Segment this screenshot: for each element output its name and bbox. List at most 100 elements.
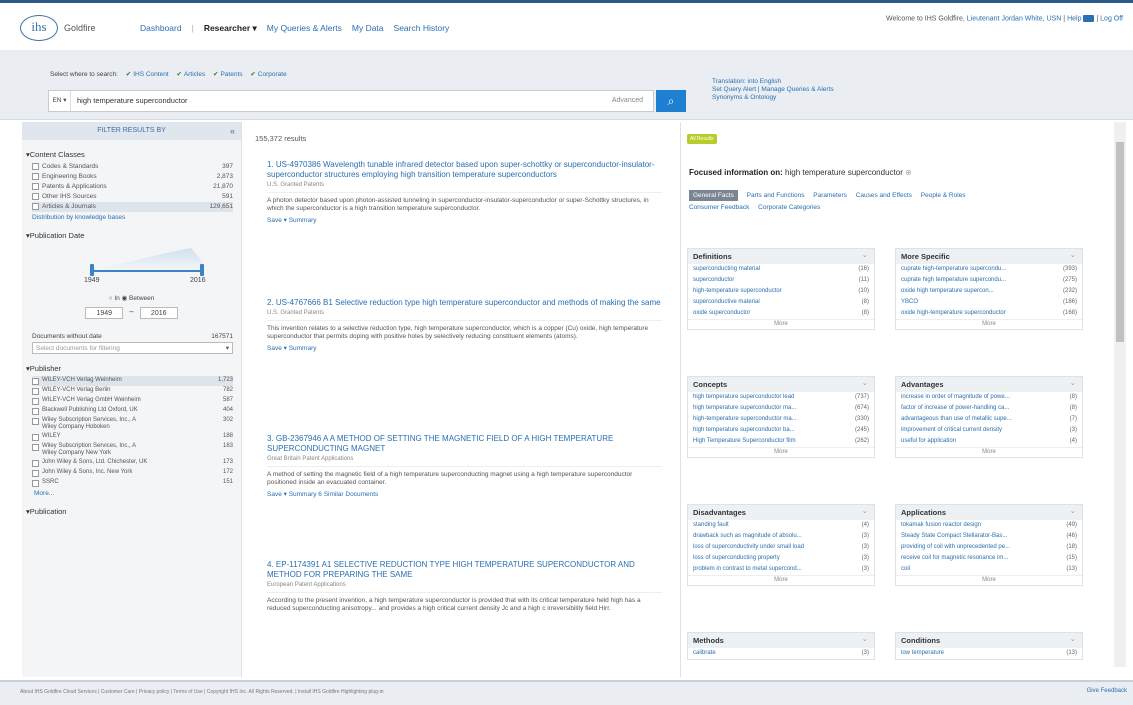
box-row[interactable]: superconductive material (8) <box>688 297 874 308</box>
search-button[interactable]: ⌕ <box>656 90 686 112</box>
box-row[interactable]: cuprate high temperature supercondu... (2… <box>896 275 1082 286</box>
box-row[interactable]: low temperature (13) <box>896 648 1082 659</box>
publisher-item[interactable]: John Wiley & Sons, Inc. New York 172 <box>32 468 233 478</box>
box-more-link[interactable]: More <box>688 447 874 457</box>
distribution-link[interactable]: Distribution by knowledge bases <box>32 214 231 221</box>
box-row[interactable]: providing of coil with unprecedented pe.… <box>896 542 1082 553</box>
date-range-slider[interactable]: 1949 2016 <box>32 244 231 290</box>
facet-engineering-books[interactable]: Engineering Books 2,873 <box>32 172 233 182</box>
tab-people-roles[interactable]: People & Roles <box>921 192 966 199</box>
box-row[interactable]: high temperature superconductor ma... (67… <box>688 403 874 414</box>
tab-parts-functions[interactable]: Parts and Functions <box>747 192 805 199</box>
help-link[interactable]: Help <box>1067 15 1081 22</box>
box-row[interactable]: cuprate high-temperature supercondu... (3… <box>896 264 1082 275</box>
facet-codes-standards[interactable]: Codes & Standards 397 <box>32 162 233 172</box>
publisher-item[interactable]: WILEY-VCH Verlag GmbH Weinheim 587 <box>32 396 233 406</box>
box-more-link[interactable]: More <box>896 447 1082 457</box>
publisher-item[interactable]: Wiley Subscription Services, Inc., A Wil… <box>32 416 233 432</box>
vertical-scrollbar[interactable] <box>1114 122 1126 667</box>
box-title[interactable]: Definitions <box>688 247 874 264</box>
scrollbar-thumb[interactable] <box>1116 142 1124 342</box>
box-row[interactable]: high temperature superconductor lead (737… <box>688 392 874 403</box>
source-ihs-content[interactable]: IHS Content <box>133 71 168 78</box>
publisher-item[interactable]: WILEY-VCH Verlag Weinheim 1,723 <box>32 376 233 386</box>
tab-causes-effects[interactable]: Causes and Effects <box>856 192 912 199</box>
box-row[interactable]: useful for application (4) <box>896 436 1082 447</box>
publisher-title[interactable]: ▾Publisher <box>26 364 241 373</box>
publisher-item[interactable]: John Wiley & Sons, Ltd. Chichester, UK 17… <box>32 458 233 468</box>
box-more-link[interactable]: More <box>688 575 874 585</box>
publication-title[interactable]: ▾Publication <box>26 507 241 516</box>
result-title[interactable]: 3. GB-2367946 A A METHOD OF SETTING THE … <box>267 434 662 454</box>
nav-queries-alerts[interactable]: My Queries & Alerts <box>267 23 342 34</box>
publisher-more-link[interactable]: More... <box>34 490 229 497</box>
publisher-item[interactable]: SSRC 151 <box>32 478 233 488</box>
tab-parameters[interactable]: Parameters <box>813 192 847 199</box>
box-row[interactable]: advantageous than use of metallic supe..… <box>896 414 1082 425</box>
box-more-link[interactable]: More <box>896 575 1082 585</box>
advanced-search-link[interactable]: Advanced <box>612 91 643 111</box>
tab-corporate-categories[interactable]: Corporate Categories <box>758 204 820 211</box>
box-row[interactable]: drawback such as magnitude of absolu...(… <box>688 531 874 542</box>
box-title[interactable]: Applications <box>896 503 1082 520</box>
facet-other-ihs-sources[interactable]: Other IHS Sources 591 <box>32 192 233 202</box>
box-title[interactable]: Conditions <box>896 631 1082 648</box>
box-title[interactable]: Advantages <box>896 375 1082 392</box>
slider-track[interactable] <box>92 270 202 272</box>
box-row[interactable]: High Temperature Superconductor film (262… <box>688 436 874 447</box>
box-row[interactable]: increase in order of magnitude of powe..… <box>896 392 1082 403</box>
box-row[interactable]: oxide superconductor (8) <box>688 308 874 319</box>
box-row[interactable]: coil (13) <box>896 564 1082 575</box>
box-row[interactable]: calibrate (3) <box>688 648 874 659</box>
box-row[interactable]: receive coil for magnetic resonance im..… <box>896 553 1082 564</box>
box-row[interactable]: superconducting material (16) <box>688 264 874 275</box>
box-row[interactable]: loss of superconducting property (3) <box>688 553 874 564</box>
box-row[interactable]: factor of increase of power-handling ca.… <box>896 403 1082 414</box>
source-corporate[interactable]: Corporate <box>258 71 287 78</box>
publication-date-title[interactable]: ▾Publication Date <box>26 231 241 240</box>
footer-links[interactable]: About IHS Goldfire Cloud Services | Cust… <box>20 689 384 695</box>
nav-search-history[interactable]: Search History <box>394 23 450 34</box>
year-to-input[interactable]: 2016 <box>139 307 178 319</box>
box-row[interactable]: YBCO (186) <box>896 297 1082 308</box>
source-patents[interactable]: Patents <box>220 71 242 78</box>
result-title[interactable]: 1. US-4970386 Wavelength tunable infrare… <box>267 160 662 180</box>
slider-handle-start[interactable] <box>90 264 94 276</box>
slider-handle-end[interactable] <box>200 264 204 276</box>
result-title[interactable]: 4. EP-1174391 A1 SELECTIVE REDUCTION TYP… <box>267 560 662 580</box>
box-row[interactable]: tokamak fusion reactor design (49) <box>896 520 1082 531</box>
box-more-link[interactable]: More <box>688 319 874 329</box>
date-mode-radio[interactable]: ○ In ◉ Between <box>22 294 241 302</box>
box-row[interactable]: problem in contrast to metal supercond..… <box>688 564 874 575</box>
ihs-logo[interactable]: ihs <box>20 15 58 41</box>
publisher-item[interactable]: WILEY-VCH Verlag Berlin 782 <box>32 386 233 396</box>
facet-articles-journals[interactable]: Articles & Journals 129,651 <box>32 202 233 212</box>
content-classes-title[interactable]: ▾Content Classes <box>26 150 241 159</box>
synonyms-link[interactable]: Synonyms & Ontology <box>712 94 834 102</box>
feedback-link[interactable]: Give Feedback <box>1087 688 1127 694</box>
search-input[interactable]: high temperature superconductor <box>77 91 187 111</box>
box-title[interactable]: Methods <box>688 631 874 648</box>
check-icon[interactable]: ✔ <box>250 71 255 78</box>
source-articles[interactable]: Articles <box>184 71 205 78</box>
box-row[interactable]: improvement of critical current density(… <box>896 425 1082 436</box>
box-row[interactable]: oxide high temperature supercon... (232) <box>896 286 1082 297</box>
box-title[interactable]: Concepts <box>688 375 874 392</box>
box-row[interactable]: high-temperature superconductor (10) <box>688 286 874 297</box>
box-more-link[interactable]: More <box>896 319 1082 329</box>
user-name-link[interactable]: Lieutenant Jordan White, USN <box>967 15 1062 22</box>
box-row[interactable]: high temperature superconductor ba... (24… <box>688 425 874 436</box>
facet-patents-applications[interactable]: Patents & Applications 21,870 <box>32 182 233 192</box>
publisher-item[interactable]: WILEY 188 <box>32 432 233 442</box>
result-actions[interactable]: Save ▾ Summary <box>267 344 662 352</box>
all-results-badge[interactable]: All Results <box>687 134 717 144</box>
box-row[interactable]: loss of superconductivity under small lo… <box>688 542 874 553</box>
check-icon[interactable]: ✔ <box>176 71 181 78</box>
box-row[interactable]: standing fault (4) <box>688 520 874 531</box>
nav-researcher[interactable]: Researcher ▾ <box>204 23 257 34</box>
box-row[interactable]: oxide high-temperature superconductor (16… <box>896 308 1082 319</box>
query-alert-link[interactable]: Set Query Alert | Manage Queries & Alert… <box>712 86 834 94</box>
check-icon[interactable]: ✔ <box>126 71 131 78</box>
language-select[interactable]: EN ▾ <box>49 91 71 111</box>
result-actions[interactable]: Save ▾ Summary 6 Similar Documents <box>267 490 662 498</box>
